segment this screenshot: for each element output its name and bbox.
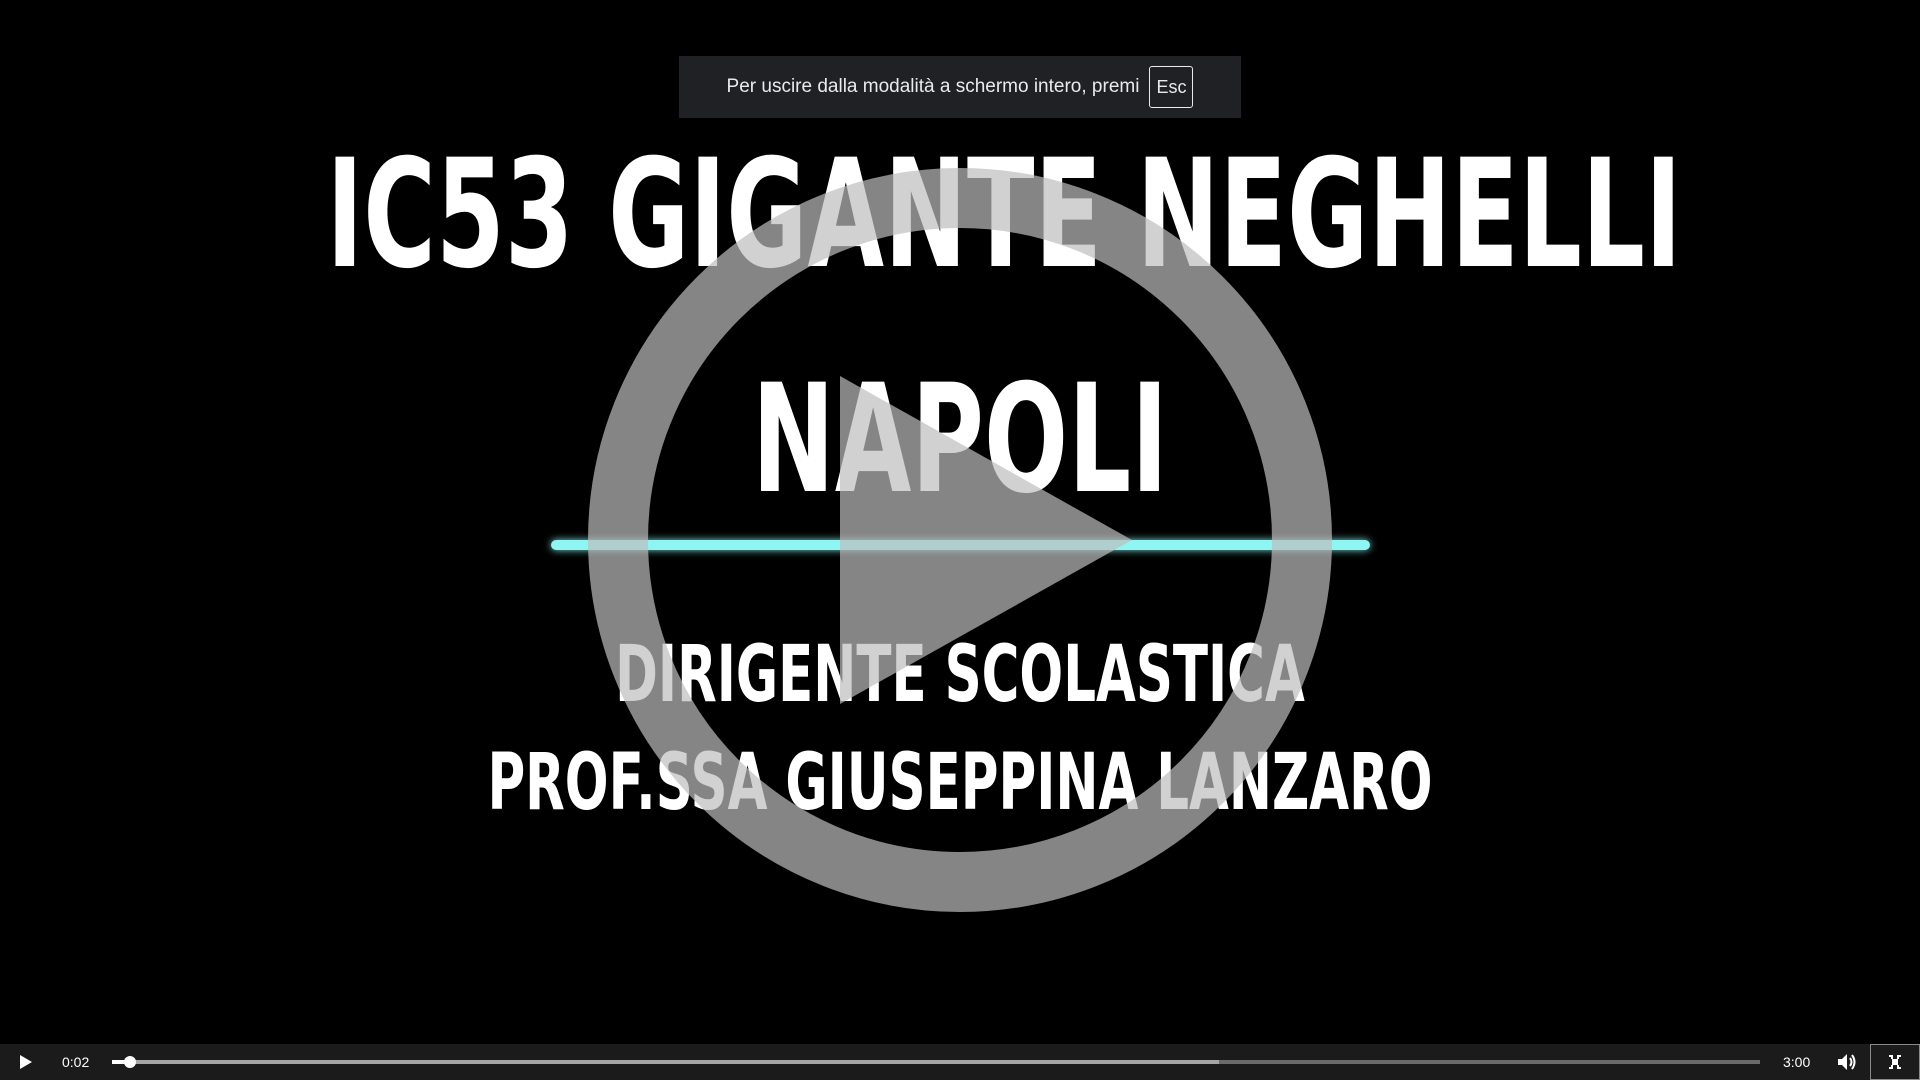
exit-fullscreen-icon [1889, 1055, 1901, 1069]
exit-fullscreen-button[interactable] [1870, 1044, 1920, 1080]
esc-key-hint: Esc [1149, 66, 1194, 108]
big-play-button[interactable] [588, 168, 1332, 912]
play-icon [20, 1055, 32, 1069]
play-button[interactable] [10, 1048, 42, 1076]
duration-time: 3:00 [1783, 1054, 1811, 1070]
volume-button[interactable] [1832, 1048, 1862, 1076]
fullscreen-exit-notice: Per uscire dalla modalità a schermo inte… [679, 56, 1241, 118]
big-play-icon [588, 168, 1332, 912]
current-time: 0:02 [62, 1054, 90, 1070]
seek-handle[interactable] [124, 1056, 137, 1068]
buffered-progress [112, 1060, 1220, 1064]
fullscreen-notice-text: Per uscire dalla modalità a schermo inte… [726, 76, 1140, 97]
volume-icon [1838, 1054, 1856, 1070]
seek-bar[interactable] [112, 1056, 1760, 1068]
video-player[interactable]: IC53 GIGANTE NEGHELLI NAPOLI DIRIGENTE S… [0, 0, 1920, 1044]
video-control-bar: 0:02 3:00 [0, 1044, 1920, 1080]
